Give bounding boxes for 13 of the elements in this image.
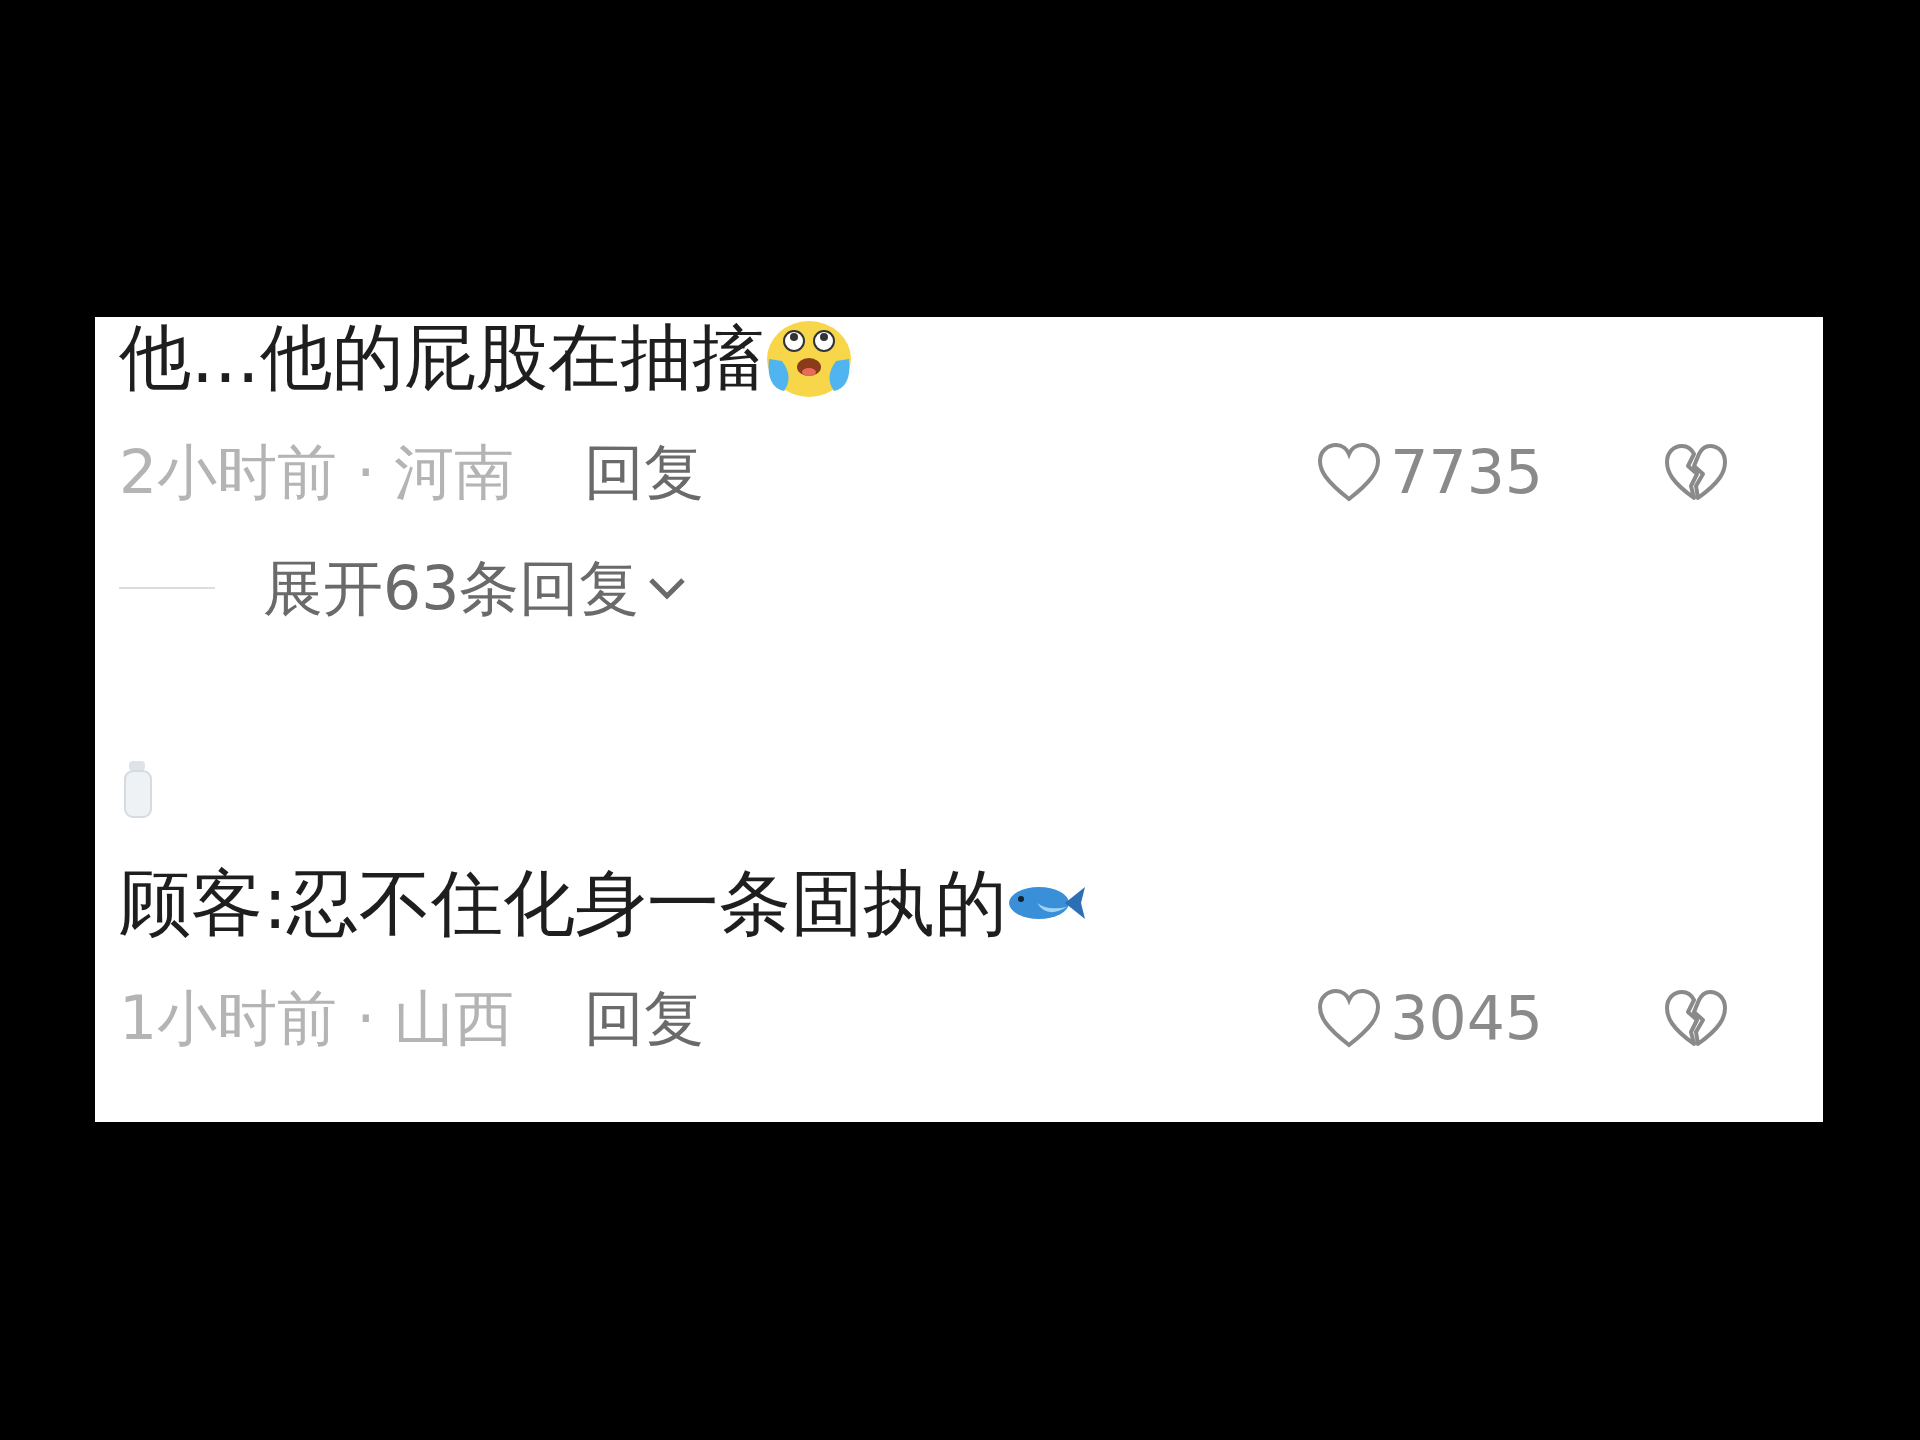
dislike-icon[interactable] — [1663, 442, 1729, 502]
like-count: 7735 — [1390, 436, 1543, 509]
reply-button[interactable]: 回复 — [584, 973, 705, 1063]
comment-text: 他...他的屁股在抽搐 — [119, 317, 764, 397]
expand-replies-button[interactable]: 展开63条回复 — [263, 543, 688, 633]
dislike-icon[interactable] — [1663, 988, 1729, 1048]
reply-button[interactable]: 回复 — [584, 427, 705, 517]
comment-meta: 1小时前 · 山西 — [119, 982, 515, 1055]
like-icon[interactable] — [1316, 987, 1383, 1049]
comment-meta: 2小时前 · 河南 — [119, 436, 515, 509]
like-icon[interactable] — [1316, 441, 1383, 503]
like-count: 3045 — [1390, 982, 1543, 1055]
comment-text: 顾客:忍不住化身一条固执的 — [119, 863, 1008, 943]
